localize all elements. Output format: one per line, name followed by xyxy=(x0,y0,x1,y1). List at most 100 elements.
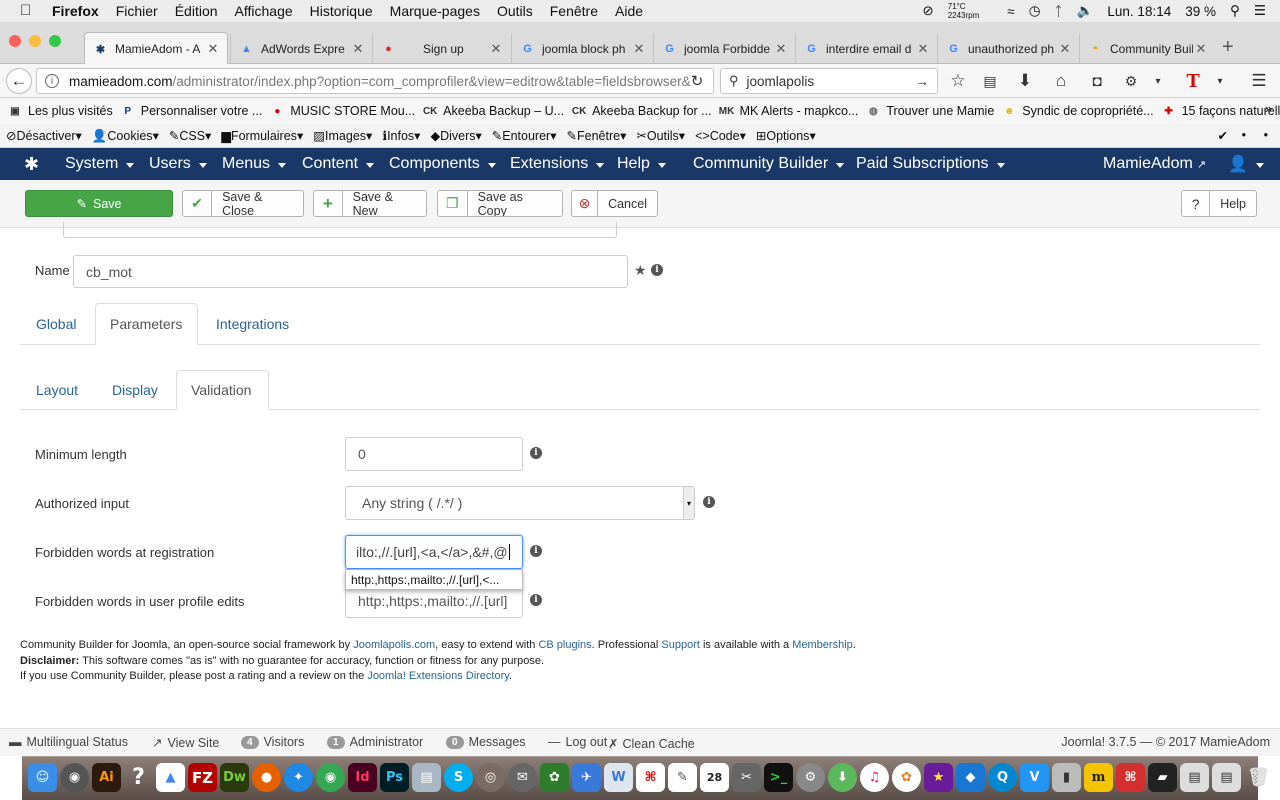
more-bookmarks-icon[interactable]: » xyxy=(1265,102,1272,116)
status-dot-icon[interactable]: • xyxy=(1264,128,1268,142)
close-tab-icon[interactable]: ✕ xyxy=(773,41,789,57)
tab-layout[interactable]: Layout xyxy=(22,370,92,410)
clean-cache-button[interactable]: ✗ Clean Cache xyxy=(608,736,695,752)
reload-icon[interactable]: ↻ xyxy=(684,68,710,94)
notification-center-icon[interactable]: ☰ xyxy=(1254,3,1266,19)
menu-marque-pages[interactable]: Marque-pages xyxy=(390,3,480,19)
apple-menu-icon[interactable]:  xyxy=(20,3,36,19)
clock[interactable]: Lun. 18:14 xyxy=(1107,4,1171,19)
menu-affichage[interactable]: Affichage xyxy=(235,3,293,19)
url-bar[interactable]: i mamieadom.com/administrator/index.php?… xyxy=(36,68,714,94)
menu-menus[interactable]: Menus xyxy=(222,148,287,180)
menu-outils[interactable]: Outils xyxy=(497,3,533,19)
wd-entourer[interactable]: ✎Entourer▾ xyxy=(492,128,557,143)
time-machine-icon[interactable]: ◷ xyxy=(1029,3,1041,19)
close-tab-icon[interactable]: ✕ xyxy=(350,41,366,57)
close-tab-icon[interactable]: ✕ xyxy=(1057,41,1073,57)
extension-menu-icon[interactable]: ▾ xyxy=(1207,68,1233,94)
safari-icon[interactable]: ✦ xyxy=(284,763,313,792)
vectorworks-icon[interactable]: V xyxy=(1020,763,1049,792)
downloads-folder-icon[interactable]: ▤ xyxy=(1212,763,1241,792)
terminal-icon[interactable]: >_ xyxy=(764,763,793,792)
chatbot-icon[interactable]: ✿ xyxy=(540,763,569,792)
tab-interdire-email[interactable]: G interdire email d ✕ xyxy=(795,34,937,64)
cancel-button[interactable]: ⊗ Cancel xyxy=(571,190,658,217)
menu-aide[interactable]: Aide xyxy=(615,3,643,19)
bookmark-item[interactable]: P Personnaliser votre ... xyxy=(121,104,262,118)
finder-icon[interactable]: ☺ xyxy=(28,763,57,792)
mail-icon[interactable]: ✉ xyxy=(508,763,537,792)
wd-css[interactable]: ✎CSS▾ xyxy=(169,128,211,143)
support-link[interactable]: Support xyxy=(661,639,700,651)
acrobat-icon[interactable]: ⌘ xyxy=(636,763,665,792)
system-preferences-icon[interactable]: ⚙ xyxy=(796,763,825,792)
visitors-status[interactable]: 4 Visitors xyxy=(241,735,304,749)
wd-formulaires[interactable]: ▆Formulaires▾ xyxy=(221,128,303,143)
tab-mamieadom[interactable]: ✱ MamieAdom - A ✕ xyxy=(84,32,228,65)
back-icon[interactable]: ← xyxy=(6,68,32,94)
photoshop-icon[interactable]: Ps xyxy=(380,763,409,792)
status-dot-icon[interactable]: • xyxy=(1242,128,1246,142)
home-icon[interactable]: ⌂ xyxy=(1048,68,1074,94)
wd-infos[interactable]: ℹInfos▾ xyxy=(382,128,420,143)
close-tab-icon[interactable]: ✕ xyxy=(1193,41,1209,57)
save-button[interactable]: ✎ Save xyxy=(25,190,173,217)
utilities-icon[interactable]: ✂ xyxy=(732,763,761,792)
menu-users[interactable]: Users xyxy=(149,148,207,180)
menu-paid-subscriptions[interactable]: Paid Subscriptions xyxy=(856,148,1005,180)
tab-joomla-block[interactable]: G joomla block ph ✕ xyxy=(511,34,653,64)
wd-divers[interactable]: ◆Divers▾ xyxy=(430,128,481,143)
quicktime-icon[interactable]: Q xyxy=(988,763,1017,792)
tab-parameters[interactable]: Parameters xyxy=(95,303,198,345)
menu-content[interactable]: Content xyxy=(302,148,375,180)
app-store-icon[interactable]: ✈ xyxy=(572,763,601,792)
site-link[interactable]: MamieAdom ↗ xyxy=(1103,148,1206,180)
menu-system[interactable]: System xyxy=(65,148,135,180)
illustrator-icon[interactable]: Ai xyxy=(92,763,121,792)
dnd-icon[interactable]: ⊘ xyxy=(922,3,933,19)
tab-display[interactable]: Display xyxy=(98,370,172,410)
battery[interactable]: 39 % xyxy=(1185,4,1216,19)
word-app-icon[interactable]: W xyxy=(604,763,633,792)
info-icon[interactable]: i xyxy=(651,264,663,276)
tab-joomla-forbidden[interactable]: G joomla Forbidde ✕ xyxy=(653,34,795,64)
wd-images[interactable]: ▨Images▾ xyxy=(313,128,372,143)
help-button[interactable]: ? Help xyxy=(1181,190,1257,217)
tab-global[interactable]: Global xyxy=(22,303,90,345)
save-as-copy-button[interactable]: ❐ Save as Copy xyxy=(437,190,563,217)
downloads-icon[interactable]: ⬇ xyxy=(1012,68,1038,94)
bookmark-item[interactable]: CK Akeeba Backup – U... xyxy=(423,104,564,118)
bookmark-item[interactable]: ● MUSIC STORE Mou... xyxy=(270,104,415,118)
wd-options[interactable]: ⊞Options▾ xyxy=(756,128,816,143)
authorized-input-select[interactable]: Any string ( /.*/ ) ▾ xyxy=(345,486,695,520)
pocket-icon[interactable]: ◘ xyxy=(1084,68,1110,94)
autocomplete-suggestion[interactable]: http:,https:,mailto:,//.[url],<... xyxy=(345,569,523,590)
bookmark-item[interactable]: ▣ Les plus visités xyxy=(8,104,113,118)
tab-integrations[interactable]: Integrations xyxy=(202,303,303,345)
info-icon[interactable]: i xyxy=(703,496,715,508)
min-length-input[interactable]: 0 xyxy=(345,437,523,471)
new-tab-icon[interactable]: + xyxy=(1222,36,1234,59)
menu-components[interactable]: Components xyxy=(389,148,496,180)
facetime-icon[interactable]: ◎ xyxy=(476,763,505,792)
tab-validation[interactable]: Validation xyxy=(176,370,269,410)
wd-fenetre[interactable]: ✎Fenêtre▾ xyxy=(567,128,627,143)
view-site-link[interactable]: ↗ View Site xyxy=(152,735,219,751)
wd-desactiver[interactable]: ⊘Désactiver▾ xyxy=(6,128,82,143)
info-icon[interactable]: i xyxy=(530,545,542,557)
tab-signup[interactable]: ● Sign up ✕ xyxy=(372,34,510,64)
menu-firefox[interactable]: Firefox xyxy=(52,3,99,19)
multilingual-status[interactable]: ▬ Multilingual Status xyxy=(9,735,128,749)
checkmark-icon[interactable]: ✔ xyxy=(1218,128,1228,143)
tab-community-builder[interactable]: ◓ Community Buil ✕ xyxy=(1079,34,1215,64)
documents-folder-icon[interactable]: ▤ xyxy=(1180,763,1209,792)
previous-field-input[interactable] xyxy=(63,222,617,238)
site-info-icon[interactable]: i xyxy=(45,74,59,88)
bluetooth-icon[interactable]: ᛏ xyxy=(1054,4,1062,19)
wd-outils[interactable]: ✂Outils▾ xyxy=(636,128,685,143)
joomla-logo-icon[interactable]: ✱ xyxy=(24,148,39,180)
bookmark-item[interactable]: CK Akeeba Backup for ... xyxy=(572,104,712,118)
menu-fenetre[interactable]: Fenêtre xyxy=(550,3,598,19)
spotlight-icon[interactable]: ⚲ xyxy=(1230,3,1240,19)
close-tab-icon[interactable]: ✕ xyxy=(488,41,504,57)
